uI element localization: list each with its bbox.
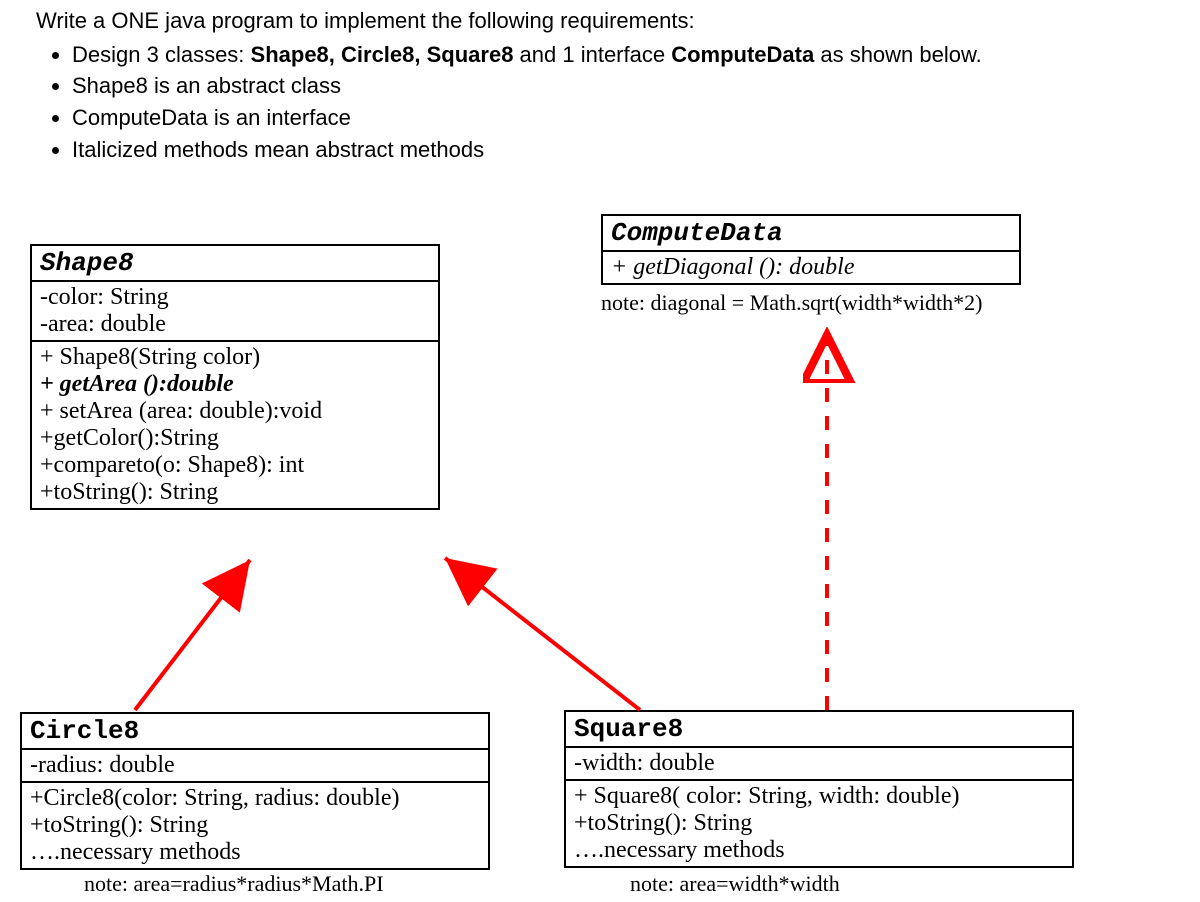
uml-op: +getColor():String <box>40 425 430 452</box>
uml-op: +toString(): String <box>30 812 480 839</box>
uml-op: ….necessary methods <box>30 839 480 866</box>
uml-attr: -area: double <box>40 311 430 338</box>
uml-op: +toString(): String <box>574 810 1064 837</box>
intro-title: Write a ONE java program to implement th… <box>36 6 982 36</box>
uml-op: +toString(): String <box>40 479 430 506</box>
uml-interface-name: ComputeData <box>603 216 1019 252</box>
uml-class-shape8: Shape8 -color: String -area: double + Sh… <box>30 244 440 510</box>
arrow-circle8-to-shape8 <box>135 560 250 710</box>
uml-attr: -radius: double <box>30 752 480 779</box>
uml-attr: -color: String <box>40 284 430 311</box>
intro-bullets: Design 3 classes: Shape8, Circle8, Squar… <box>72 40 982 165</box>
uml-op: + setArea (area: double):void <box>40 398 430 425</box>
uml-class-square8: Square8 -width: double + Square8( color:… <box>564 710 1074 868</box>
uml-op: + Shape8(String color) <box>40 344 430 371</box>
uml-attributes: -width: double <box>566 748 1072 781</box>
circle8-note: note: area=radius*radius*Math.PI <box>84 871 384 897</box>
uml-class-circle8: Circle8 -radius: double +Circle8(color: … <box>20 712 490 870</box>
uml-operations: + getDiagonal (): double <box>603 252 1019 283</box>
problem-intro: Write a ONE java program to implement th… <box>36 6 982 166</box>
uml-op: +Circle8(color: String, radius: double) <box>30 785 480 812</box>
uml-class-name: Circle8 <box>22 714 488 750</box>
uml-attr: -width: double <box>574 750 1064 777</box>
arrow-square8-to-shape8 <box>445 558 640 710</box>
intro-bullet-1: Design 3 classes: Shape8, Circle8, Squar… <box>72 40 982 70</box>
uml-operations: + Square8( color: String, width: double)… <box>566 781 1072 866</box>
uml-op-abstract: + getDiagonal (): double <box>611 254 1011 281</box>
uml-attributes: -color: String -area: double <box>32 282 438 342</box>
intro-bullet-2: Shape8 is an abstract class <box>72 71 982 101</box>
uml-class-name: Square8 <box>566 712 1072 748</box>
intro-bullet-3: ComputeData is an interface <box>72 103 982 133</box>
uml-operations: +Circle8(color: String, radius: double) … <box>22 783 488 868</box>
square8-note: note: area=width*width <box>630 871 840 897</box>
compute-note: note: diagonal = Math.sqrt(width*width*2… <box>601 290 982 316</box>
uml-op-abstract: + getArea ():double <box>40 371 430 398</box>
uml-op: + Square8( color: String, width: double) <box>574 783 1064 810</box>
uml-class-name: Shape8 <box>32 246 438 282</box>
intro-bullet-4: Italicized methods mean abstract methods <box>72 135 982 165</box>
uml-op: ….necessary methods <box>574 837 1064 864</box>
uml-operations: + Shape8(String color) + getArea ():doub… <box>32 342 438 508</box>
uml-attributes: -radius: double <box>22 750 488 783</box>
uml-op: +compareto(o: Shape8): int <box>40 452 430 479</box>
uml-interface-computedata: ComputeData + getDiagonal (): double <box>601 214 1021 285</box>
